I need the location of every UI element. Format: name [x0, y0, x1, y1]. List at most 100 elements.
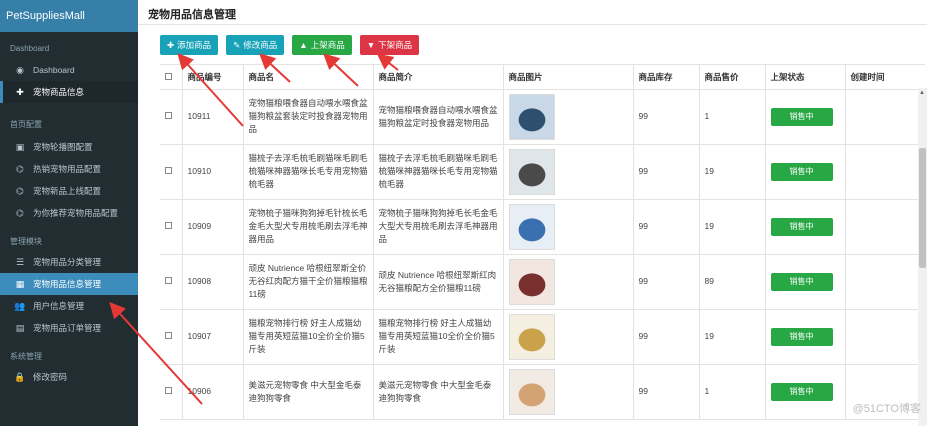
order-icon: ▤ [15, 322, 25, 333]
nav-header-manage: 管理模块 [10, 237, 42, 246]
product-image-cell [503, 364, 634, 420]
col-header: 商品编号 [182, 65, 244, 90]
product-status-cell: 销售中 [765, 89, 846, 145]
row-select-cell[interactable] [160, 144, 183, 200]
product-desc: 猫梳子去浮毛梳毛刷猫咪毛刷毛梳猫咪神器猫咪长毛专用宠物猫梳毛器 [373, 144, 504, 200]
row-select-cell[interactable] [160, 199, 183, 255]
row-select-cell[interactable] [160, 309, 183, 365]
button-label: 上架商品 [310, 40, 345, 50]
product-name: 顽皮 Nutrience 哈根纽翠斯全价无谷红肉配方猫干全价猫粮猫粮11磅 [243, 254, 374, 310]
add-product-button[interactable]: ✚ 添加商品 [160, 35, 219, 55]
table-row[interactable]: 10909 宠物梳子猫咪狗狗掉毛针梳长毛金毛大型犬专用梳毛刷去浮毛神器用品 宠物梳子… [160, 199, 925, 255]
sidebar-item-label: 宠物用品分类管理 [33, 257, 102, 267]
product-status-cell: 销售中 [765, 144, 846, 200]
cube-icon: ⌬ [16, 163, 24, 174]
table-row[interactable]: 10908 顽皮 Nutrience 哈根纽翠斯全价无谷红肉配方猫干全价猫粮猫粮1… [160, 254, 925, 310]
product-stock: 99 [633, 254, 700, 310]
sidebar-item-label: 宠物商品信息 [33, 87, 85, 97]
sidebar-item-label: 用户信息管理 [33, 301, 85, 311]
table-row[interactable]: 10910 猫梳子去浮毛梳毛刷猫咪毛刷毛梳猫咪神器猫咪长毛专用宠物猫梳毛器 猫梳子去… [160, 144, 925, 200]
scroll-up-arrow-icon[interactable]: ▲ [919, 90, 925, 96]
row-select-cell[interactable] [160, 89, 183, 145]
row-checkbox[interactable] [165, 332, 172, 339]
row-checkbox[interactable] [165, 387, 172, 394]
sidebar-item-carousel[interactable]: ▣ 宠物轮播图配置 [0, 136, 138, 158]
users-icon: 👥 [14, 300, 26, 311]
select-all-cell[interactable] [160, 65, 183, 90]
plus-icon: ✚ [167, 39, 175, 50]
product-status-cell: 销售中 [765, 199, 846, 255]
product-image-cell [503, 144, 634, 200]
product-price: 1 [699, 364, 766, 420]
arrow-down-icon: ▼ [366, 40, 376, 50]
product-status-cell: 销售中 [765, 254, 846, 310]
product-price: 1 [699, 89, 766, 145]
row-checkbox[interactable] [165, 112, 172, 119]
sidebar-item-pet-goods-info[interactable]: ✚ 宠物商品信息 [0, 81, 138, 103]
product-image [508, 368, 555, 415]
product-image-cell [503, 199, 634, 255]
button-label: 添加商品 [177, 40, 212, 50]
status-badge: 销售中 [770, 162, 833, 181]
sidebar-item-dashboard[interactable]: ◉ Dashboard [0, 59, 138, 81]
sidebar-item-hot-sale[interactable]: ⌬ 热销宠物用品配置 [0, 158, 138, 180]
sidebar-item-recommend[interactable]: ⌬ 为你推荐宠物用品配置 [0, 202, 138, 224]
product-price: 89 [699, 254, 766, 310]
sidebar-item-label: 宠物用品订单管理 [33, 323, 102, 333]
product-name: 猫梳子去浮毛梳毛刷猫咪毛刷毛梳猫咪神器猫咪长毛专用宠物猫梳毛器 [243, 144, 374, 200]
table-row[interactable]: 10911 宠物猫粮喂食器自动喂水喂食盆猫狗粮盆套装定时投食器宠物用品 宠物猫粮喂食… [160, 89, 925, 145]
product-image [508, 148, 555, 195]
list-product-button[interactable]: ▲ 上架商品 [292, 35, 352, 55]
status-badge: 销售中 [770, 327, 833, 346]
page-title: 宠物用品信息管理 [148, 9, 236, 21]
sidebar-item-users[interactable]: 👥 用户信息管理 [0, 295, 138, 317]
sidebar-item-goods-manage[interactable]: ▦ 宠物用品信息管理 [0, 273, 138, 295]
edit-product-button[interactable]: ✎ 修改商品 [226, 35, 285, 55]
status-badge: 销售中 [770, 382, 833, 401]
arrow-up-icon: ▲ [299, 40, 308, 50]
row-checkbox[interactable] [165, 277, 172, 284]
main-content: 宠物用品信息管理 ✚ 添加商品 ✎ 修改商品 ▲ 上架商品 ▼ 下架商品 商品编… [138, 0, 927, 426]
product-name: 宠物梳子猫咪狗狗掉毛针梳长毛金毛大型犬专用梳毛刷去浮毛神器用品 [243, 199, 374, 255]
product-image [508, 203, 555, 250]
vertical-scrollbar[interactable]: ▲ [918, 88, 927, 426]
sidebar-item-orders[interactable]: ▤ 宠物用品订单管理 [0, 317, 138, 339]
scroll-thumb[interactable] [919, 148, 926, 268]
sidebar-item-new-products[interactable]: ⌬ 宠物新品上线配置 [0, 180, 138, 202]
table-row[interactable]: 10906 美滋元宠物零食 中大型金毛泰迪狗狗零食 美滋元宠物零食 中大型金毛泰迪狗… [160, 364, 925, 420]
sidebar-item-category[interactable]: ☰ 宠物用品分类管理 [0, 251, 138, 273]
toolbar: ✚ 添加商品 ✎ 修改商品 ▲ 上架商品 ▼ 下架商品 [160, 35, 420, 55]
button-label: 修改商品 [243, 40, 278, 50]
row-select-cell[interactable] [160, 254, 183, 310]
product-created [845, 89, 925, 145]
product-status-cell: 销售中 [765, 309, 846, 365]
sidebar: PetSuppliesMall Dashboard ◉ Dashboard ✚ … [0, 0, 138, 426]
cube-icon: ⌬ [16, 185, 24, 196]
table-header-row: 商品编号 商品名 商品简介 商品图片 商品库存 商品售价 上架状态 创建时间 [160, 65, 925, 90]
product-created [845, 144, 925, 200]
watermark: @51CTO博客 [852, 403, 921, 415]
sidebar-item-label: 宠物轮播图配置 [33, 142, 93, 152]
sidebar-item-label: Dashboard [33, 65, 75, 75]
product-created [845, 309, 925, 365]
product-id: 10906 [182, 364, 244, 420]
lock-icon: 🔒 [14, 371, 26, 382]
row-select-cell[interactable] [160, 364, 183, 420]
product-stock: 99 [633, 199, 700, 255]
delist-product-button[interactable]: ▼ 下架商品 [359, 35, 420, 55]
product-desc: 顽皮 Nutrience 哈根纽翠斯红肉无谷猫粮配方全价猫粮11磅 [373, 254, 504, 310]
select-all-checkbox[interactable] [165, 72, 172, 80]
table-row[interactable]: 10907 猫粮宠物排行榜 好主人成猫幼猫专用英短蓝猫10全价全价猫5斤装 猫粮宠物… [160, 309, 925, 365]
product-image [508, 313, 555, 360]
product-image-cell [503, 309, 634, 365]
row-checkbox[interactable] [165, 222, 172, 229]
app-brand[interactable]: PetSuppliesMall [0, 0, 138, 32]
row-checkbox[interactable] [165, 167, 172, 174]
product-image-cell [503, 254, 634, 310]
product-status-cell: 销售中 [765, 364, 846, 420]
product-id: 10909 [182, 199, 244, 255]
product-id: 10908 [182, 254, 244, 310]
plus-icon: ✚ [16, 86, 24, 97]
dashboard-icon: ◉ [16, 64, 24, 75]
sidebar-item-change-password[interactable]: 🔒 修改密码 [0, 366, 138, 388]
